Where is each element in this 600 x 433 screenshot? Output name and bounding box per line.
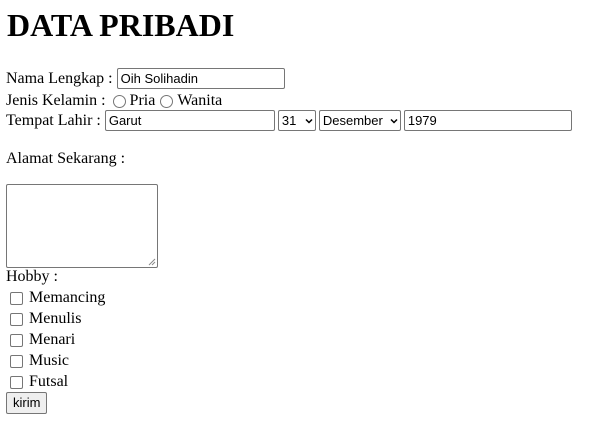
nama-row: Nama Lengkap : Oih Solihadin [6, 68, 285, 89]
jenis-kelamin-label: Jenis Kelamin : [6, 92, 106, 109]
hobby-item-label: Memancing [29, 289, 106, 306]
hobby-item: Menari [10, 331, 75, 349]
kirim-button[interactable]: kirim [6, 392, 48, 414]
tahun-input[interactable]: 1979 [403, 110, 572, 131]
hobby-checkbox-menari[interactable] [10, 333, 23, 347]
hobby-checkbox-futsal[interactable] [10, 375, 23, 389]
jenis-kelamin-row: Jenis Kelamin : Pria Wanita [6, 92, 222, 110]
alamat-row: Alamat Sekarang : [6, 150, 125, 168]
tanggal-select-value: 31 [281, 112, 297, 128]
chevron-down-icon [305, 118, 313, 124]
alamat-label: Alamat Sekarang : [6, 150, 126, 167]
hobby-row: Hobby : [6, 268, 58, 286]
resize-grip-icon[interactable] [148, 258, 156, 266]
hobby-checkbox-music[interactable] [10, 354, 23, 368]
tempat-lahir-input[interactable]: Garut [104, 110, 275, 131]
chevron-down-icon [390, 118, 398, 124]
tempat-lahir-label: Tempat Lahir : [6, 111, 101, 129]
hobby-checkbox-memancing[interactable] [10, 291, 23, 305]
hobby-item-label: Menulis [29, 310, 82, 327]
alamat-textarea[interactable] [6, 184, 158, 268]
tanggal-select[interactable]: 31 [277, 110, 316, 131]
hobby-item-label: Menari [29, 331, 76, 348]
nama-input[interactable]: Oih Solihadin [116, 68, 285, 89]
hobby-item: Memancing [10, 289, 105, 307]
radio-wanita[interactable] [160, 94, 174, 108]
bulan-select-value: Desember [322, 112, 383, 128]
nama-label: Nama Lengkap : [6, 69, 113, 87]
hobby-item: Futsal [10, 373, 68, 391]
page-title: DATA PRIBADI [7, 7, 235, 43]
hobby-item: Menulis [10, 310, 81, 328]
radio-pria[interactable] [112, 94, 126, 108]
radio-pria-label: Pria [129, 92, 156, 109]
hobby-checkbox-menulis[interactable] [10, 312, 23, 326]
hobby-item: Music [10, 352, 69, 370]
bulan-select[interactable]: Desember [318, 110, 401, 131]
hobby-item-label: Music [29, 352, 69, 369]
hobby-item-label: Futsal [29, 373, 69, 390]
hobby-label: Hobby : [6, 268, 58, 285]
tempat-lahir-row: Tempat Lahir : Garut 31 Desember 1979 [6, 110, 572, 131]
radio-wanita-label: Wanita [177, 92, 223, 109]
